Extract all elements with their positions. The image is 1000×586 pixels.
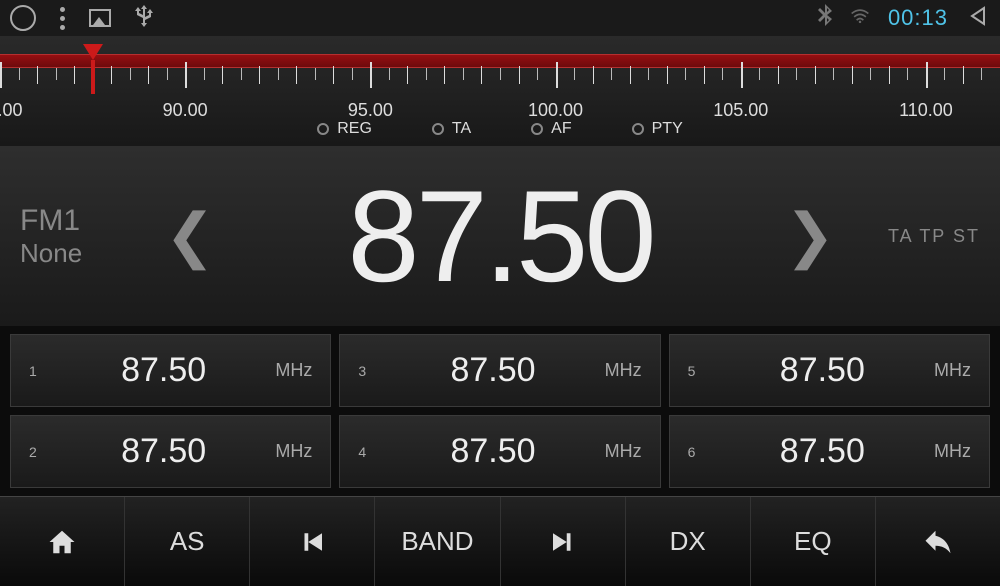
- circle-icon[interactable]: [10, 5, 36, 31]
- next-track-button[interactable]: [501, 497, 626, 586]
- as-button[interactable]: AS: [125, 497, 250, 586]
- tuning-needle[interactable]: [88, 44, 98, 94]
- preset-2[interactable]: 287.50MHz: [10, 415, 331, 488]
- preset-grid: 187.50MHz 387.50MHz 587.50MHz 287.50MHz …: [0, 326, 1000, 496]
- back-triangle-icon[interactable]: [966, 4, 990, 33]
- bluetooth-icon: [818, 4, 832, 32]
- scale-label: 100.00: [528, 100, 583, 121]
- scale-label: 110.00: [899, 100, 953, 121]
- preset-4[interactable]: 487.50MHz: [339, 415, 660, 488]
- dx-button[interactable]: DX: [626, 497, 751, 586]
- status-bar: 00:13: [0, 0, 1000, 36]
- preset-5[interactable]: 587.50MHz: [669, 334, 990, 407]
- af-option[interactable]: AF: [531, 120, 571, 138]
- preset-6[interactable]: 687.50MHz: [669, 415, 990, 488]
- wifi-icon: [850, 8, 870, 29]
- gallery-icon[interactable]: [89, 9, 111, 27]
- eq-button[interactable]: EQ: [751, 497, 876, 586]
- return-button[interactable]: [876, 497, 1000, 586]
- scale-label: 105.00: [713, 100, 768, 121]
- pty-option[interactable]: PTY: [632, 120, 683, 138]
- scale-label: 85.00: [0, 100, 23, 121]
- reg-option[interactable]: REG: [317, 120, 372, 138]
- tuner-scale[interactable]: 85.00 90.00 95.00 100.00 105.00 110.00 REG TA…: [0, 36, 1000, 146]
- home-button[interactable]: [0, 497, 125, 586]
- ta-option[interactable]: TA: [432, 120, 471, 138]
- tune-up-button[interactable]: ❯: [780, 201, 840, 271]
- frequency-display: FM1 None ❮ 87.50 ❯ TA TP ST: [0, 146, 1000, 326]
- station-name: None: [20, 238, 160, 269]
- preset-1[interactable]: 187.50MHz: [10, 334, 331, 407]
- band-label: FM1: [20, 204, 160, 238]
- usb-icon: [135, 5, 153, 32]
- bottom-toolbar: AS BAND DX EQ: [0, 496, 1000, 586]
- scale-label: 90.00: [163, 100, 208, 121]
- menu-dots-icon[interactable]: [60, 7, 65, 30]
- signal-indicators: TA TP ST: [840, 226, 980, 247]
- preset-3[interactable]: 387.50MHz: [339, 334, 660, 407]
- clock: 00:13: [888, 5, 948, 31]
- frequency-value: 87.50: [220, 161, 780, 311]
- prev-track-button[interactable]: [250, 497, 375, 586]
- band-button[interactable]: BAND: [375, 497, 500, 586]
- tune-down-button[interactable]: ❮: [160, 201, 220, 271]
- scale-label: 95.00: [348, 100, 393, 121]
